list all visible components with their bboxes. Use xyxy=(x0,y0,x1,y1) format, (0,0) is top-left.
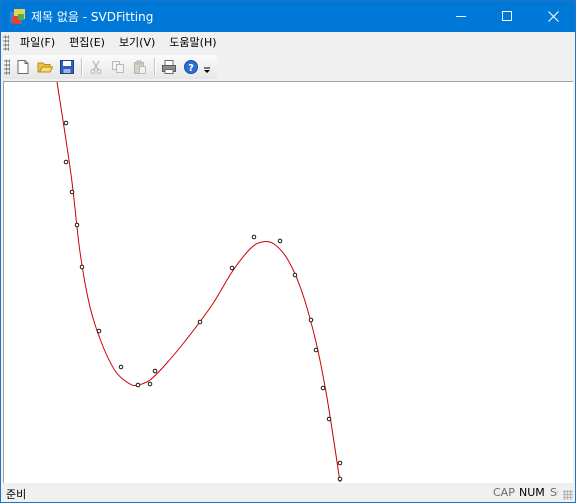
menu-bar: 파일(F) 편집(E) 보기(V) 도움말(H) xyxy=(1,32,575,53)
data-point xyxy=(326,416,332,422)
data-point xyxy=(308,317,314,323)
toolbar-separator xyxy=(81,58,82,76)
data-point xyxy=(74,222,80,228)
minimize-button[interactable] xyxy=(438,1,484,32)
toolbar-grip-icon[interactable] xyxy=(4,59,10,75)
data-points xyxy=(63,120,343,482)
svd-fit-plot xyxy=(56,81,343,483)
menu-edit[interactable]: 편집(E) xyxy=(62,33,112,52)
new-button[interactable] xyxy=(12,56,34,78)
paste-icon xyxy=(134,60,146,74)
data-point xyxy=(337,460,343,466)
copy-button[interactable] xyxy=(107,56,129,78)
toolbar: ? xyxy=(1,54,575,80)
status-bar: 준비 CAP NUM SCRL xyxy=(1,484,575,502)
app-window: 제목 없음 - SVDFitting 파일(F) 편집(E) 보기(V) 도움말… xyxy=(0,0,576,503)
data-point xyxy=(337,476,343,482)
data-point xyxy=(320,385,326,391)
cut-button[interactable] xyxy=(85,56,107,78)
data-point xyxy=(96,328,102,334)
new-file-icon xyxy=(17,60,29,74)
toolbar-overflow-button[interactable] xyxy=(202,56,212,78)
toolbar-separator xyxy=(154,58,155,76)
data-point xyxy=(135,382,141,388)
num-indicator: NUM xyxy=(519,486,545,499)
data-point xyxy=(118,364,124,370)
print-icon xyxy=(162,60,176,74)
size-grip-icon[interactable] xyxy=(563,490,573,500)
save-button[interactable] xyxy=(56,56,78,78)
menubar-grip-icon[interactable] xyxy=(3,34,9,51)
open-folder-icon xyxy=(37,62,53,73)
save-icon xyxy=(60,60,74,74)
close-button[interactable] xyxy=(530,1,576,32)
data-point xyxy=(69,189,75,195)
data-point xyxy=(277,238,283,244)
data-point xyxy=(79,264,85,270)
data-point xyxy=(251,234,257,240)
window-title: 제목 없음 - SVDFitting xyxy=(31,10,154,24)
paste-button[interactable] xyxy=(129,56,151,78)
data-point xyxy=(147,381,153,387)
data-point xyxy=(63,159,69,165)
title-bar[interactable]: 제목 없음 - SVDFitting xyxy=(1,1,575,32)
copy-icon xyxy=(112,61,124,73)
data-point xyxy=(63,120,69,126)
maximize-button[interactable] xyxy=(484,1,530,32)
menu-help[interactable]: 도움말(H) xyxy=(162,33,223,52)
maximize-icon xyxy=(501,11,512,21)
data-point xyxy=(229,265,235,271)
data-point xyxy=(152,368,158,374)
toolbar-overflow-icon xyxy=(204,67,210,73)
view-area[interactable] xyxy=(3,81,573,483)
data-point xyxy=(197,319,203,325)
print-button[interactable] xyxy=(158,56,180,78)
menu-view[interactable]: 보기(V) xyxy=(112,33,162,52)
status-text: 준비 xyxy=(6,488,27,501)
standard-toolstrip: ? xyxy=(3,55,217,79)
scroll-indicator: SCRL xyxy=(550,486,558,499)
close-icon xyxy=(547,11,559,22)
cut-icon xyxy=(90,60,102,74)
data-point xyxy=(313,347,319,353)
open-button[interactable] xyxy=(34,56,56,78)
fit-curve xyxy=(56,81,341,483)
help-icon: ? xyxy=(184,60,198,74)
caps-indicator: CAP xyxy=(493,486,515,499)
data-point xyxy=(292,272,298,278)
about-button[interactable]: ? xyxy=(180,56,202,78)
menu-file[interactable]: 파일(F) xyxy=(13,33,62,52)
minimize-icon xyxy=(455,16,466,17)
svg-text:?: ? xyxy=(188,63,194,74)
mfc-app-icon xyxy=(10,9,25,24)
